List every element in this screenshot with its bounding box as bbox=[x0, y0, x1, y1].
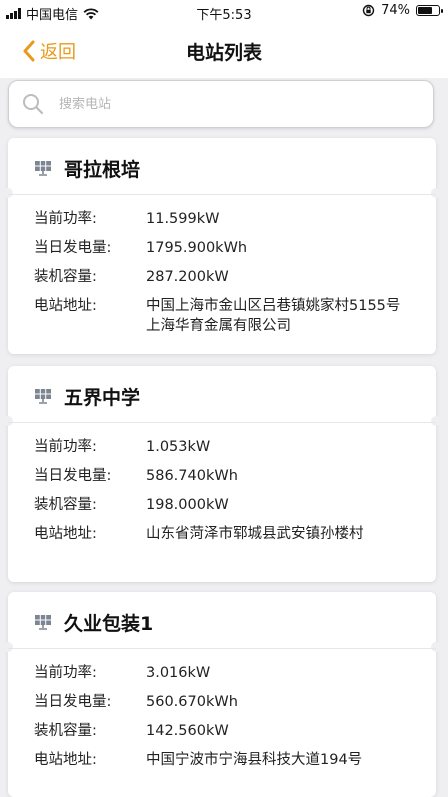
capacity-label: 装机容量: bbox=[34, 269, 97, 285]
search-input[interactable] bbox=[57, 89, 421, 119]
power-label: 当前功率: bbox=[34, 665, 97, 681]
nav-bar: 返回 电站列表 bbox=[0, 24, 448, 78]
station-card[interactable]: 五界中学 当前功率: 1.053kW 当日发电量: 586.740kWh 装机容… bbox=[3, 366, 441, 582]
card-body: 当前功率: 3.016kW 当日发电量: 560.670kWh 装机容量: 14… bbox=[8, 649, 436, 770]
card-header: 哥拉根培 bbox=[8, 138, 436, 195]
address-value: 山东省菏泽市郓城县武安镇孙楼村 bbox=[146, 526, 364, 542]
station-name: 久业包装1 bbox=[64, 613, 154, 635]
capacity-label: 装机容量: bbox=[34, 497, 97, 513]
address-label: 电站地址: bbox=[34, 298, 97, 314]
capacity-value: 198.000kW bbox=[146, 497, 229, 513]
daily-row: 当日发电量: 586.740kWh bbox=[34, 466, 436, 486]
address-label: 电站地址: bbox=[34, 752, 97, 768]
daily-label: 当日发电量: bbox=[34, 468, 112, 484]
power-value: 11.599kW bbox=[146, 211, 220, 227]
daily-row: 当日发电量: 1795.900kWh bbox=[34, 238, 436, 258]
battery-icon bbox=[416, 5, 443, 16]
station-name: 五界中学 bbox=[64, 387, 141, 409]
status-right: 74% bbox=[362, 3, 443, 18]
solar-panel-icon bbox=[35, 389, 51, 404]
solar-panel-icon bbox=[35, 615, 51, 630]
solar-panel-icon bbox=[35, 161, 51, 176]
address-value: 中国宁波市宁海县科技大道194号 bbox=[146, 752, 363, 768]
card-body: 当前功率: 11.599kW 当日发电量: 1795.900kWh 装机容量: … bbox=[8, 195, 436, 336]
daily-value: 586.740kWh bbox=[146, 468, 238, 484]
daily-row: 当日发电量: 560.670kWh bbox=[34, 692, 436, 712]
search-icon bbox=[23, 94, 44, 115]
capacity-value: 142.560kW bbox=[146, 723, 229, 739]
daily-label: 当日发电量: bbox=[34, 240, 112, 256]
status-bar: 中国电信 下午5:53 74% bbox=[0, 0, 448, 24]
power-value: 1.053kW bbox=[146, 439, 211, 455]
power-label: 当前功率: bbox=[34, 439, 97, 455]
card-body: 当前功率: 1.053kW 当日发电量: 586.740kWh 装机容量: 19… bbox=[8, 423, 436, 544]
daily-value: 560.670kWh bbox=[146, 694, 238, 710]
search-bar bbox=[8, 80, 434, 128]
address-value: 中国上海市金山区吕巷镇姚家村5155号上海华育金属有限公司 bbox=[146, 298, 401, 334]
station-card[interactable]: 哥拉根培 当前功率: 11.599kW 当日发电量: 1795.900kWh 装… bbox=[3, 138, 441, 354]
address-row: 电站地址: 中国宁波市宁海县科技大道194号 bbox=[34, 750, 436, 770]
address-label: 电站地址: bbox=[34, 526, 97, 542]
address-row: 电站地址: 中国上海市金山区吕巷镇姚家村5155号上海华育金属有限公司 bbox=[34, 296, 436, 336]
capacity-row: 装机容量: 198.000kW bbox=[34, 495, 436, 515]
battery-percent: 74% bbox=[381, 3, 410, 18]
card-header: 久业包装1 bbox=[8, 592, 436, 649]
rotation-lock-icon bbox=[362, 4, 375, 17]
daily-value: 1795.900kWh bbox=[146, 240, 248, 256]
battery-level bbox=[418, 7, 433, 14]
station-name: 哥拉根培 bbox=[64, 159, 141, 181]
station-card[interactable]: 久业包装1 当前功率: 3.016kW 当日发电量: 560.670kWh 装机… bbox=[3, 592, 441, 797]
capacity-row: 装机容量: 287.200kW bbox=[34, 267, 436, 287]
page-title: 电站列表 bbox=[185, 42, 262, 64]
power-row: 当前功率: 11.599kW bbox=[34, 209, 436, 229]
power-row: 当前功率: 3.016kW bbox=[34, 663, 436, 683]
power-value: 3.016kW bbox=[146, 665, 211, 681]
capacity-label: 装机容量: bbox=[34, 723, 97, 739]
card-header: 五界中学 bbox=[8, 366, 436, 423]
daily-label: 当日发电量: bbox=[34, 694, 112, 710]
capacity-row: 装机容量: 142.560kW bbox=[34, 721, 436, 741]
address-row: 电站地址: 山东省菏泽市郓城县武安镇孙楼村 bbox=[34, 524, 436, 544]
capacity-value: 287.200kW bbox=[146, 269, 229, 285]
power-row: 当前功率: 1.053kW bbox=[34, 437, 436, 457]
power-label: 当前功率: bbox=[34, 211, 97, 227]
